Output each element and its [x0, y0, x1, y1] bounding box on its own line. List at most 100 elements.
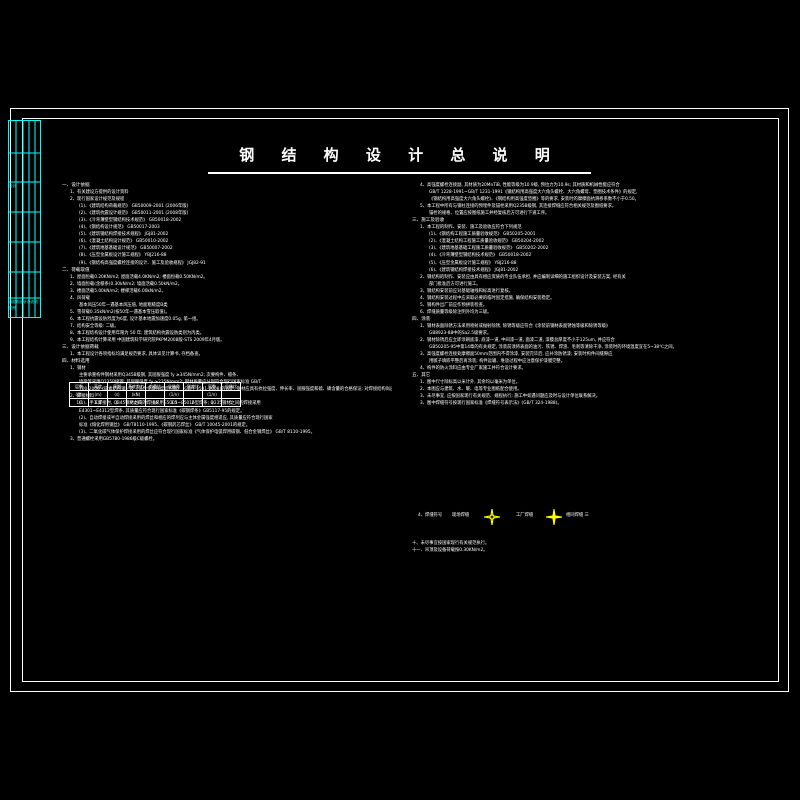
legend-trailing-label: 相同焊缝 三 [566, 513, 589, 518]
spec-line: 1、本工程设计各项指标均满足规范要求, 具体详见计算书, 存档备查。 [70, 352, 203, 358]
table-value-cell: 8.8 [88, 398, 108, 407]
page-title: 钢 结 构 设 计 总 说 明 [239, 146, 561, 164]
spec-line: 5、雪荷载0.35kN/m2(按50年一遇基本雪压取值)。 [70, 309, 170, 315]
spec-line: 3、楼面活载5.00kN/m2; 楼梯活载6.00kN/m2。 [70, 288, 166, 294]
table-unit-cell: (1/n) [164, 390, 184, 399]
spec-line: 部门批准后方可进行施工。 [429, 281, 481, 287]
spec-line: GB/T 1228-1991~GB/T 1231-1991《钢结构用高强度大六角… [429, 190, 638, 196]
table-unit-cell: (kN) [126, 390, 146, 399]
spec-line: 1、图中尺寸除标高以米计外, 其余均以毫米为单位。 [420, 380, 520, 386]
table-header-cell: 刚度比 [183, 382, 203, 391]
spec-line: (1)、《钢结构工程施工质量验收规范》 GB50205-2001 [429, 232, 536, 238]
table-unit-cell [145, 390, 165, 399]
weld-symbol-legend: 4、焊缝符号 现场焊缝 工厂焊缝 相同焊缝 三 [418, 509, 748, 532]
spec-line: GB8923-88中的Sa2.5级要求。 [429, 330, 492, 336]
spec-line: (1)、《建筑结构荷载规范》 GB50009-2001 (2006年版) [79, 204, 189, 210]
table-header-cell: 高度 [88, 382, 108, 391]
footer-notes: 十、未尽事宜按国家现行有关规范执行。 十一、吊顶及设备荷载按0.30KN/m2。 [412, 540, 742, 554]
spec-line: 用腻子填嵌平整后再涂装; 构件运输、堆放过程中应注意保护漆膜完整。 [429, 359, 566, 365]
spec-line: 9、本工程结构计算采用 中国建筑科学研究院PKPM2008版-STS 2009年… [70, 338, 225, 344]
spec-line: 3、普通螺栓采用GB5780-1986级C级螺栓。 [70, 436, 157, 442]
spec-line: (4)、《钢结构设计规范》 GB50017-2003 [79, 225, 160, 231]
spec-line: 4、风荷载 [70, 295, 90, 301]
spec-line: 3、高强度螺栓连接处摩擦面50mm范围内不得涂漆, 安装完毕后, 应补涂防锈漆;… [420, 352, 613, 358]
table-value-cell: 3 [202, 398, 222, 407]
spec-line: (4)、《冷弯薄壁型钢结构技术规范》 GB50018-2002 [429, 253, 532, 259]
spec-line: E4301~E4312型焊条, 其质量应符合现行国家标准《碳钢焊条》GB5117… [79, 408, 245, 414]
table-header-cell: 位移角 [164, 382, 184, 391]
spec-heading: 三、设计依据荷载 [62, 345, 99, 351]
spec-heading: 一、设计依据 [62, 183, 90, 188]
table-unit-cell: (m) [88, 390, 108, 399]
spec-line: (6)、《建筑钢结构焊接技术规程》 JGJ81-2002 [429, 267, 519, 273]
spec-line: 1、钢材 [70, 366, 86, 372]
title-block-field-sheetno: 图号 [9, 306, 17, 310]
spec-line: 1、屋面恒载0.20KN/m2; 屋面活载4.0KN/m2; 楼面恒载0.50K… [70, 274, 208, 280]
spec-line: 5、本工程中所有与钢柱连接的预埋件及锚栓采用Q235B级钢, 其连接焊缝应符合相… [420, 204, 617, 210]
spec-line: 主要承重构件钢材采用Q345B级钢, 其屈服强度 fy ≥345N/mm2; 次… [79, 373, 241, 379]
spec-line: 7、结构安全等级: 二级。 [70, 323, 119, 329]
spec-line: 2、钢材除锈后应立即涂刷底漆, 底漆一道, 中间漆一道, 面漆二道, 漆膜总厚度… [420, 338, 615, 344]
spec-heading: 三、施工及验收 [412, 218, 445, 224]
spec-line: (7)、《建筑地基基础设计规范》 GB50007-2002 [79, 246, 173, 252]
legend-item-0-label: 现场焊缝 [452, 513, 470, 518]
spec-heading: 四、材料选用 [62, 359, 90, 365]
spec-line: (5)、《压型金属板设计施工规程》 YBJ216-88 [429, 260, 517, 266]
table-value-cell: 2 [183, 398, 203, 407]
table-value-cell: 10 [69, 398, 89, 407]
spec-line: (3)、二氧化碳气体保护焊接采用的焊丝应符合现行国家标准《气体保护电弧焊用碳钢、… [79, 429, 315, 435]
table-header-cell: 层数 [69, 382, 89, 391]
spec-line: 3、未尽事宜, 应按国家现行有关规范、规程执行; 施工中如遇问题应及时与设计单位… [420, 394, 601, 400]
table-unit-cell [183, 390, 203, 399]
cad-drawing-sheet: 设计 钢结构设计总说明 图号 钢 结 构 设 计 总 说 明 一、设计依据 1、有… [0, 0, 800, 800]
spec-line: (2)、《建筑抗震设计规范》 GB50011-2001 (2008年版) [79, 211, 189, 217]
table-unit-cell: (1/n) [202, 390, 222, 399]
spec-line: (9)、《钢结构高强度螺栓连接的设计、施工及验收规程》 JGJ82-91 [79, 260, 206, 266]
specification-column-right: 4、高强度螺栓连接副, 其材质为20MnTiB, 性能等级为10.9级, 预拉力… [412, 182, 742, 408]
spec-line: (6)、《混凝土结构设计规范》 GB50010-2002 [79, 239, 169, 245]
spec-line: 4、构件的防火涂料应由专业厂家施工并符合设计要求。 [420, 366, 526, 372]
spec-line: (3)、《建筑地基基础工程施工质量验收规范》 GB50202-2002 [429, 246, 549, 252]
table-unit-cell [221, 390, 241, 399]
spec-line: 基本风压50年一遇基本风压值, 地面粗糙度B类 [79, 302, 168, 308]
spec-line: 2、本图应与建筑、水、暖、电等专业图纸配合使用。 [420, 387, 522, 393]
spec-line: 4、钢结构安装过程中应采取必要的临时固定措施, 确保结构安装稳定。 [420, 295, 555, 301]
table-header-cell: 位移比 [221, 382, 241, 391]
table-header-cell: 层数 [202, 382, 222, 391]
spec-line: GB50205-95中第14章的有关规定, 涂装前须将表面的油污、铁锈、焊渣、毛… [429, 345, 677, 351]
spec-line: 标准《熔化焊用钢丝》 GB/T8110-1995、《碳钢药芯焊丝》 GB/T 1… [79, 422, 251, 428]
title-block-field-design: 设计 [9, 184, 17, 188]
spec-line: 2、现行国家设计规范及规程 [70, 197, 125, 203]
spec-line: 4、高强度螺栓连接副, 其材质为20MnTiB, 性能等级为10.9级, 预拉力… [420, 183, 620, 188]
spec-line: 6、本工程抗震设防烈度为6度, 设计基本地震加速度0.05g, 第一组。 [70, 316, 201, 322]
spec-line: 8、本工程结构设计使用年限为 50 年; 建筑结构抗震设防类别为丙类。 [70, 330, 205, 336]
table-row: 层数 高度 周期 基底剪力 剪重比 位移角 刚度比 层数 位移比 [69, 382, 241, 391]
spec-heading: 五、其它 [412, 373, 431, 379]
field-weld-icon [484, 509, 500, 525]
table-value-cell: 44 [145, 398, 165, 407]
spec-line: 3、图中焊缝符号按现行国家标准《焊缝符号表示法》(GB/T 324-1988)。 [420, 401, 562, 407]
spec-line: (8)、《压型金属板设计施工规程》 YBJ216-88 [79, 253, 167, 259]
spec-line: 1、本工程的制作、安装、施工及验收应符合下列规范 [420, 225, 522, 231]
footer-note: 十、未尽事宜按国家现行有关规范执行。 [412, 541, 490, 546]
spec-line: (2)、自动焊接或半自动焊接采用的焊丝和相应的焊剂应与主体金属强度相适应, 其质… [79, 415, 273, 421]
spec-line: 2、墙面恒载(含檩条)0.30kN/m2; 墙面活载0.50kN/m2。 [70, 281, 183, 287]
spec-line: 1、有关建设方提供的设计资料 [70, 190, 129, 196]
spec-line: 6、焊缝质量等级除注明外均为三级。 [420, 309, 492, 315]
table-value-cell: 3.5 [164, 398, 184, 407]
table-unit-cell: (s) [107, 390, 127, 399]
spec-line: 2、钢结构的制作、安装应由具有相应资质的专业队伍承担, 并应编制详细的施工组织设… [420, 274, 626, 280]
spec-line: 1、钢材表面除锈方法采用喷射或抛射除锈, 除锈等级应符合《涂装前钢材表面锈蚀等级… [420, 323, 611, 329]
title-block[interactable]: 设计 钢结构设计总说明 图号 [8, 120, 41, 318]
spec-line: (5)、《建筑钢结构焊接技术规程》 JGJ81-2002 [79, 232, 169, 238]
table-unit-cell: (层) [69, 390, 89, 399]
legend-item-1-label: 工厂焊缝 [516, 513, 534, 518]
table-value-cell: 7.495 [126, 398, 146, 407]
spec-line: (2)、《混凝土结构工程施工质量验收规范》 GB50204-2002 [429, 239, 545, 245]
title-block-footer: 钢结构设计总说明 [9, 300, 38, 304]
spec-line: 锚栓的规格、位置应按图纸施工并经复核后方可进行下道工序。 [429, 211, 550, 217]
seismic-parameter-table: 层数 高度 周期 基底剪力 剪重比 位移角 刚度比 层数 位移比 (层) (m) (s) (kN) (1/… [69, 382, 241, 407]
table-header-cell: 周期 [107, 382, 127, 391]
spec-line: (3)、《冷弯薄壁型钢结构技术规范》 GB50018-2002 [79, 218, 182, 224]
spec-heading: 二、荷载取值 [62, 267, 90, 273]
